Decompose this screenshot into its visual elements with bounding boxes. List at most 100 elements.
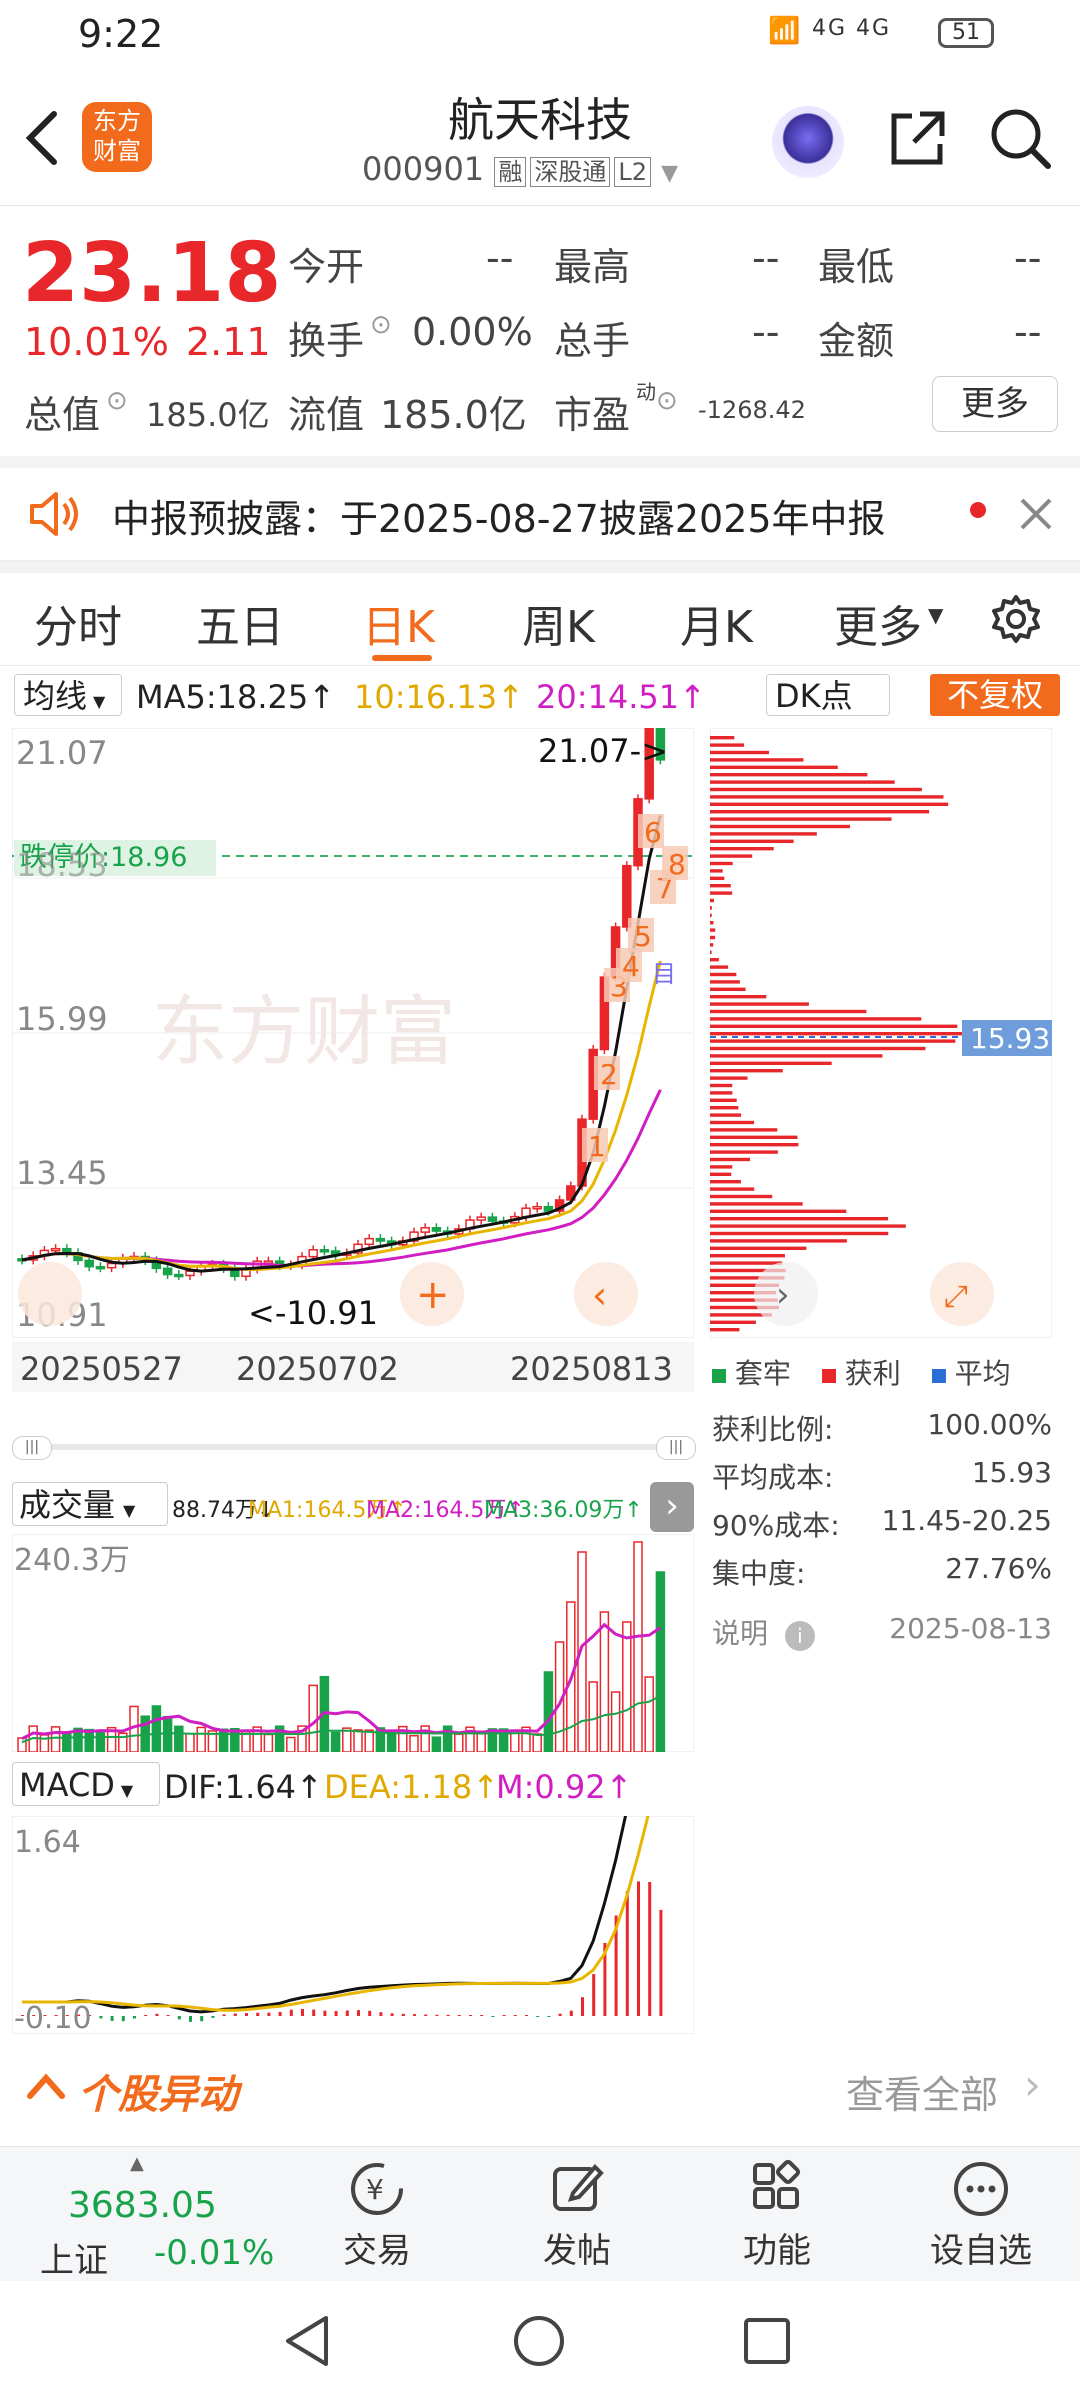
chip-bar <box>710 839 794 843</box>
share-icon[interactable] <box>886 108 948 170</box>
chart-left-arrow-icon[interactable] <box>18 1262 82 1326</box>
abnormal-section[interactable]: 个股异动 查看全部 › <box>0 2052 1080 2118</box>
index-name: 上证 <box>40 2241 108 2281</box>
caret-up-icon: ▲ <box>130 2153 144 2174</box>
nav-function[interactable]: 功能 <box>722 2159 832 2275</box>
macd-bar <box>625 1891 629 2016</box>
macd-bar <box>491 2016 495 2017</box>
chip-bar <box>710 965 729 969</box>
chip-bar <box>710 1061 832 1065</box>
chip-bar <box>710 832 817 836</box>
ma-selector[interactable]: 均线 ▼ <box>14 674 122 716</box>
chip-bar <box>710 1135 798 1139</box>
y-label-1: 18.53 <box>16 846 108 884</box>
macd-bar <box>177 2016 181 2020</box>
volume-bar <box>431 1736 442 1752</box>
float-value-label: 流值 <box>288 393 365 437</box>
header: 东方 财富 航天科技 000901 融深股通 L2 ▼ <box>0 70 1080 206</box>
macd-bar <box>312 2009 316 2016</box>
close-icon[interactable] <box>1018 496 1054 532</box>
macd-bar <box>99 2016 103 2019</box>
info-icon: ⊙ <box>656 386 678 416</box>
tab-daily-k[interactable]: 日K <box>362 591 435 655</box>
view-all-link[interactable]: 查看全部 <box>846 2064 998 2119</box>
macd-bar <box>323 2010 327 2016</box>
tab-monthly-k[interactable]: 月K <box>680 591 753 655</box>
chip-bar <box>710 810 930 814</box>
system-home-icon[interactable] <box>512 2314 566 2368</box>
macd-bar <box>435 2014 439 2016</box>
more-button[interactable]: 更多 <box>932 376 1058 432</box>
macd-bar <box>278 2011 282 2016</box>
index-widget[interactable]: 3683.05 上证 -0.01% ▲ <box>0 2147 300 2281</box>
system-recents-icon[interactable] <box>742 2316 792 2366</box>
scrollbar-right-handle[interactable]: ||| <box>656 1436 696 1460</box>
chip-bar <box>710 884 731 888</box>
signal-marker: 2 <box>600 1058 618 1091</box>
nav-add-watchlist[interactable]: 设自选 <box>918 2159 1044 2275</box>
macd-bar <box>547 2016 551 2017</box>
trade-icon: ¥ <box>351 2163 403 2215</box>
nav-post[interactable]: 发帖 <box>522 2159 632 2275</box>
scrollbar-left-handle[interactable]: ||| <box>12 1436 52 1460</box>
chip-bar <box>710 861 733 866</box>
volume-bar <box>353 1729 363 1752</box>
macd-chart[interactable]: 1.64 -0.10 <box>12 1816 694 2034</box>
open-label: 今开 <box>288 245 365 289</box>
macd-bar <box>357 2010 360 2016</box>
volume-bar <box>218 1728 229 1752</box>
system-back-icon[interactable] <box>282 2314 332 2368</box>
notice-text: 中报预披露：于2025-08-27披露2025年中报 <box>112 497 886 541</box>
chip-bar <box>710 1217 889 1221</box>
fq-button[interactable]: 不复权 <box>930 674 1060 716</box>
total-value-label: 总值 <box>24 393 101 437</box>
tab-weekly-k[interactable]: 周K <box>522 591 595 655</box>
chip-bar <box>710 1017 922 1021</box>
volume-bar <box>330 1731 341 1752</box>
candlestick-chart[interactable]: 东方财富 12345678目 跌停价:18.96 21.07 18.53 15.… <box>12 728 694 1338</box>
current-price: 23.18 <box>22 226 282 321</box>
stock-code-row[interactable]: 000901 融深股通 L2 ▼ <box>362 150 678 188</box>
volume-chart[interactable]: 240.3万 <box>12 1534 694 1752</box>
expand-panel-icon[interactable]: › <box>650 1482 694 1532</box>
macd-bar <box>446 2014 450 2016</box>
volume-bar <box>286 1736 296 1752</box>
search-icon[interactable] <box>988 106 1054 172</box>
chevron-right-icon: › <box>1024 2060 1041 2109</box>
chip-note-row[interactable]: 说明 i 2025-08-13 <box>712 1612 1052 1672</box>
volume-bar <box>588 1681 598 1752</box>
tab-more[interactable]: 更多 <box>834 591 922 655</box>
dk-selector[interactable]: DK点 <box>766 674 890 716</box>
notice-bar[interactable]: 中报预披露：于2025-08-27披露2025年中报 <box>0 468 1080 561</box>
chip-bar <box>710 1106 739 1110</box>
date-label-2: 20250813 <box>510 1350 673 1388</box>
volume-selector[interactable]: 成交量 ▼ <box>12 1482 168 1526</box>
chip-legend: 套牢 获利 平均 <box>712 1352 1072 1392</box>
tab-five-day[interactable]: 五日 <box>196 591 284 655</box>
nav-trade[interactable]: ¥ 交易 <box>322 2159 432 2275</box>
low-label: 最低 <box>818 245 895 289</box>
candle-body <box>375 1237 386 1242</box>
low-value: -- <box>1014 236 1042 280</box>
svg-text:›: › <box>776 1275 790 1315</box>
robot-avatar-icon[interactable] <box>772 106 844 178</box>
chip-bar <box>710 891 733 895</box>
badge-connect: 深股通 <box>530 157 611 187</box>
tab-intraday[interactable]: 分时 <box>34 591 122 655</box>
gear-icon[interactable] <box>990 593 1042 645</box>
macd-dea: DEA:1.18↑ <box>324 1768 500 1806</box>
chip-stats: 获利比例: 100.00% 平均成本: 15.93 90%成本: 11.45-20.2… <box>712 1408 1052 1672</box>
chip-distribution-chart[interactable]: 15.93 › ⤢ <box>710 728 1052 1338</box>
chip-bar <box>710 1069 783 1073</box>
macd-bar <box>536 2016 540 2017</box>
ma5-label: MA5:18.25↑ <box>136 678 336 716</box>
macd-bar <box>659 1909 663 2016</box>
battery-icon: 51 <box>938 18 994 48</box>
range-scrollbar[interactable]: ||| ||| <box>12 1436 696 1460</box>
volume-bar <box>543 1671 554 1752</box>
info-icon: i <box>784 1621 815 1651</box>
macd-selector[interactable]: MACD ▼ <box>12 1762 160 1806</box>
chip-bar <box>710 854 753 858</box>
chip-bar <box>710 765 838 769</box>
macd-bar <box>592 1974 596 2016</box>
